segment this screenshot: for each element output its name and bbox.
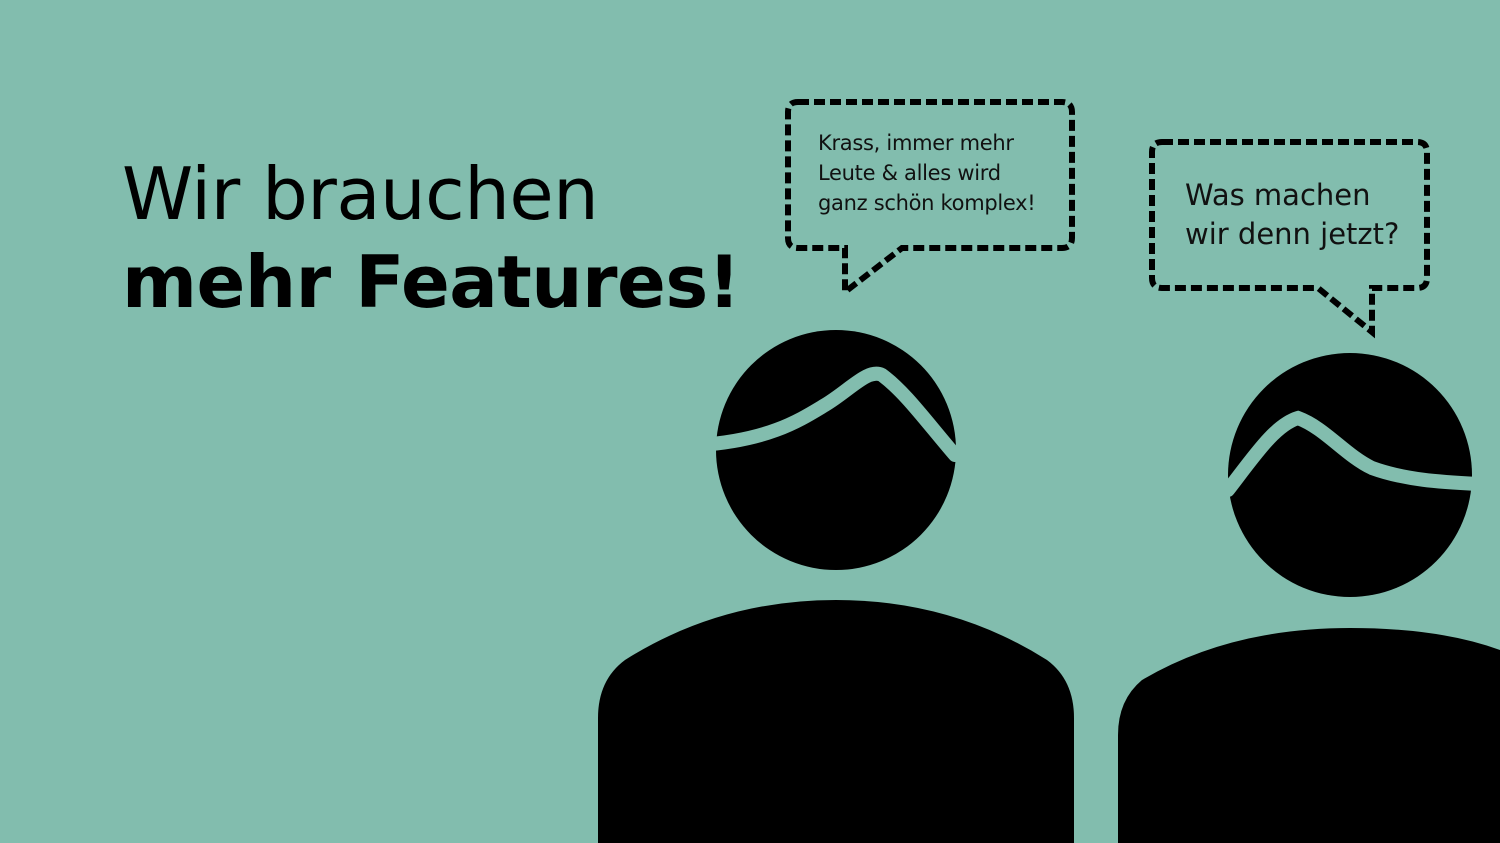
speech-bubble-right-text: Was machen wir denn jetzt?	[1185, 178, 1400, 251]
slide: Wir brauchen mehr Features! Krass, immer…	[0, 0, 1500, 843]
person-right	[1118, 353, 1500, 843]
person-left	[598, 330, 1074, 843]
person-left-body	[598, 600, 1074, 843]
people-illustration	[598, 99, 1500, 843]
speech-bubble-left-text: Krass, immer mehr Leute & alles wird gan…	[818, 131, 1036, 215]
person-left-head	[716, 330, 956, 570]
person-right-body	[1118, 628, 1500, 843]
